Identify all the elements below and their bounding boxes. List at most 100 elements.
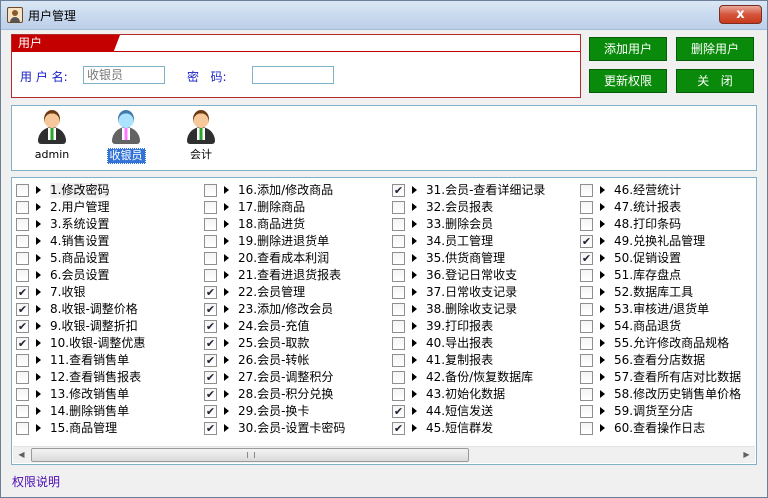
permission-checkbox[interactable] [580, 337, 593, 350]
user-avatar-icon [111, 110, 141, 144]
permission-checkbox[interactable] [204, 269, 217, 282]
permission-checkbox[interactable] [580, 354, 593, 367]
permission-checkbox[interactable] [392, 303, 405, 316]
permission-checkbox[interactable] [580, 303, 593, 316]
expand-arrow-icon [600, 237, 605, 245]
permission-checkbox[interactable] [16, 235, 29, 248]
expand-arrow-icon [36, 424, 41, 432]
permission-label: 28.会员-积分兑换 [238, 387, 334, 401]
role-item-cashier[interactable]: 收银员 [101, 110, 151, 164]
permission-checkbox[interactable] [204, 184, 217, 197]
permission-checkbox[interactable]: ✔ [204, 371, 217, 384]
delete-user-button[interactable]: 删除用户 [676, 37, 754, 61]
expand-arrow-icon [224, 424, 229, 432]
permission-checkbox[interactable] [16, 354, 29, 367]
permission-checkbox[interactable]: ✔ [16, 337, 29, 350]
expand-arrow-icon [224, 390, 229, 398]
permission-checkbox[interactable] [580, 184, 593, 197]
permission-label: 7.收银 [50, 285, 86, 299]
permission-checkbox[interactable] [392, 218, 405, 231]
permission-help-link[interactable]: 权限说明 [12, 473, 60, 490]
role-item-accountant[interactable]: 会计 [176, 110, 226, 162]
permission-label: 20.查看成本利润 [238, 251, 330, 265]
permission-checkbox[interactable] [392, 235, 405, 248]
permission-checkbox[interactable] [580, 320, 593, 333]
permission-checkbox[interactable]: ✔ [580, 235, 593, 248]
role-item-admin[interactable]: admin [27, 110, 77, 162]
permission-checkbox[interactable]: ✔ [204, 320, 217, 333]
role-label: 收银员 [106, 148, 146, 164]
permission-checkbox[interactable] [580, 388, 593, 401]
expand-arrow-icon [412, 407, 417, 415]
permission-checkbox[interactable] [392, 354, 405, 367]
permission-checkbox[interactable]: ✔ [204, 337, 217, 350]
permission-checkbox[interactable] [580, 422, 593, 435]
scrollbar-thumb[interactable] [31, 448, 469, 462]
permission-checkbox[interactable] [392, 269, 405, 282]
permission-label: 48.打印条码 [614, 217, 682, 231]
permission-checkbox[interactable]: ✔ [392, 405, 405, 418]
permission-checkbox[interactable]: ✔ [16, 320, 29, 333]
permission-label: 39.打印报表 [426, 319, 494, 333]
permission-checkbox[interactable] [392, 388, 405, 401]
permission-checkbox[interactable]: ✔ [204, 405, 217, 418]
expand-arrow-icon [600, 356, 605, 364]
permission-checkbox[interactable] [392, 371, 405, 384]
expand-arrow-icon [412, 271, 417, 279]
permission-checkbox[interactable] [16, 388, 29, 401]
permission-checkbox[interactable] [580, 201, 593, 214]
permission-checkbox[interactable] [16, 201, 29, 214]
permission-checkbox[interactable] [580, 405, 593, 418]
permission-checkbox[interactable] [204, 201, 217, 214]
permission-checkbox[interactable]: ✔ [204, 422, 217, 435]
expand-arrow-icon [224, 356, 229, 364]
permission-checkbox[interactable] [16, 252, 29, 265]
permission-checkbox[interactable]: ✔ [204, 388, 217, 401]
permission-checkbox[interactable] [580, 218, 593, 231]
horizontal-scrollbar[interactable]: ◀ ▶ [13, 446, 755, 463]
permission-checkbox[interactable]: ✔ [580, 252, 593, 265]
password-field[interactable] [252, 66, 334, 84]
permission-checkbox[interactable] [580, 286, 593, 299]
permission-checkbox[interactable]: ✔ [204, 286, 217, 299]
app-user-icon [7, 7, 23, 23]
expand-arrow-icon [600, 186, 605, 194]
expand-arrow-icon [224, 220, 229, 228]
permission-checkbox[interactable] [392, 286, 405, 299]
permission-label: 37.日常收支记录 [426, 285, 518, 299]
permission-label: 43.初始化数据 [426, 387, 506, 401]
permission-checkbox[interactable] [204, 218, 217, 231]
username-field[interactable]: 收银员 [83, 66, 165, 84]
permission-checkbox[interactable] [392, 252, 405, 265]
permission-checkbox[interactable] [16, 422, 29, 435]
permission-checkbox[interactable]: ✔ [204, 303, 217, 316]
update-permissions-button[interactable]: 更新权限 [589, 69, 667, 93]
window-close-button[interactable]: x [719, 5, 762, 24]
expand-arrow-icon [412, 288, 417, 296]
permission-checkbox[interactable] [204, 252, 217, 265]
permission-checkbox[interactable]: ✔ [16, 286, 29, 299]
permission-checkbox[interactable] [392, 201, 405, 214]
add-user-button[interactable]: 添加用户 [589, 37, 667, 61]
permission-checkbox[interactable] [16, 218, 29, 231]
permission-checkbox[interactable] [392, 320, 405, 333]
permission-checkbox[interactable] [16, 184, 29, 197]
permission-checkbox[interactable] [16, 371, 29, 384]
permission-checkbox[interactable] [16, 405, 29, 418]
permission-checkbox[interactable]: ✔ [204, 354, 217, 367]
permission-checkbox[interactable]: ✔ [392, 422, 405, 435]
permission-label: 6.会员设置 [50, 268, 110, 282]
permission-checkbox[interactable]: ✔ [392, 184, 405, 197]
permission-checkbox[interactable] [16, 269, 29, 282]
permission-checkbox[interactable] [580, 269, 593, 282]
scroll-right-icon[interactable]: ▶ [738, 447, 755, 463]
user-management-window: 用户管理 x 用户 用 户 名: 收银员 密 码: 添加用户 删除用户 更新权限… [0, 0, 768, 498]
permission-checkbox[interactable]: ✔ [16, 303, 29, 316]
permission-label: 24.会员-充值 [238, 319, 310, 333]
permission-checkbox[interactable] [204, 235, 217, 248]
permission-checkbox[interactable] [392, 337, 405, 350]
scroll-left-icon[interactable]: ◀ [13, 447, 30, 463]
close-button[interactable]: 关 闭 [676, 69, 754, 93]
permission-checkbox[interactable] [580, 371, 593, 384]
expand-arrow-icon [36, 186, 41, 194]
